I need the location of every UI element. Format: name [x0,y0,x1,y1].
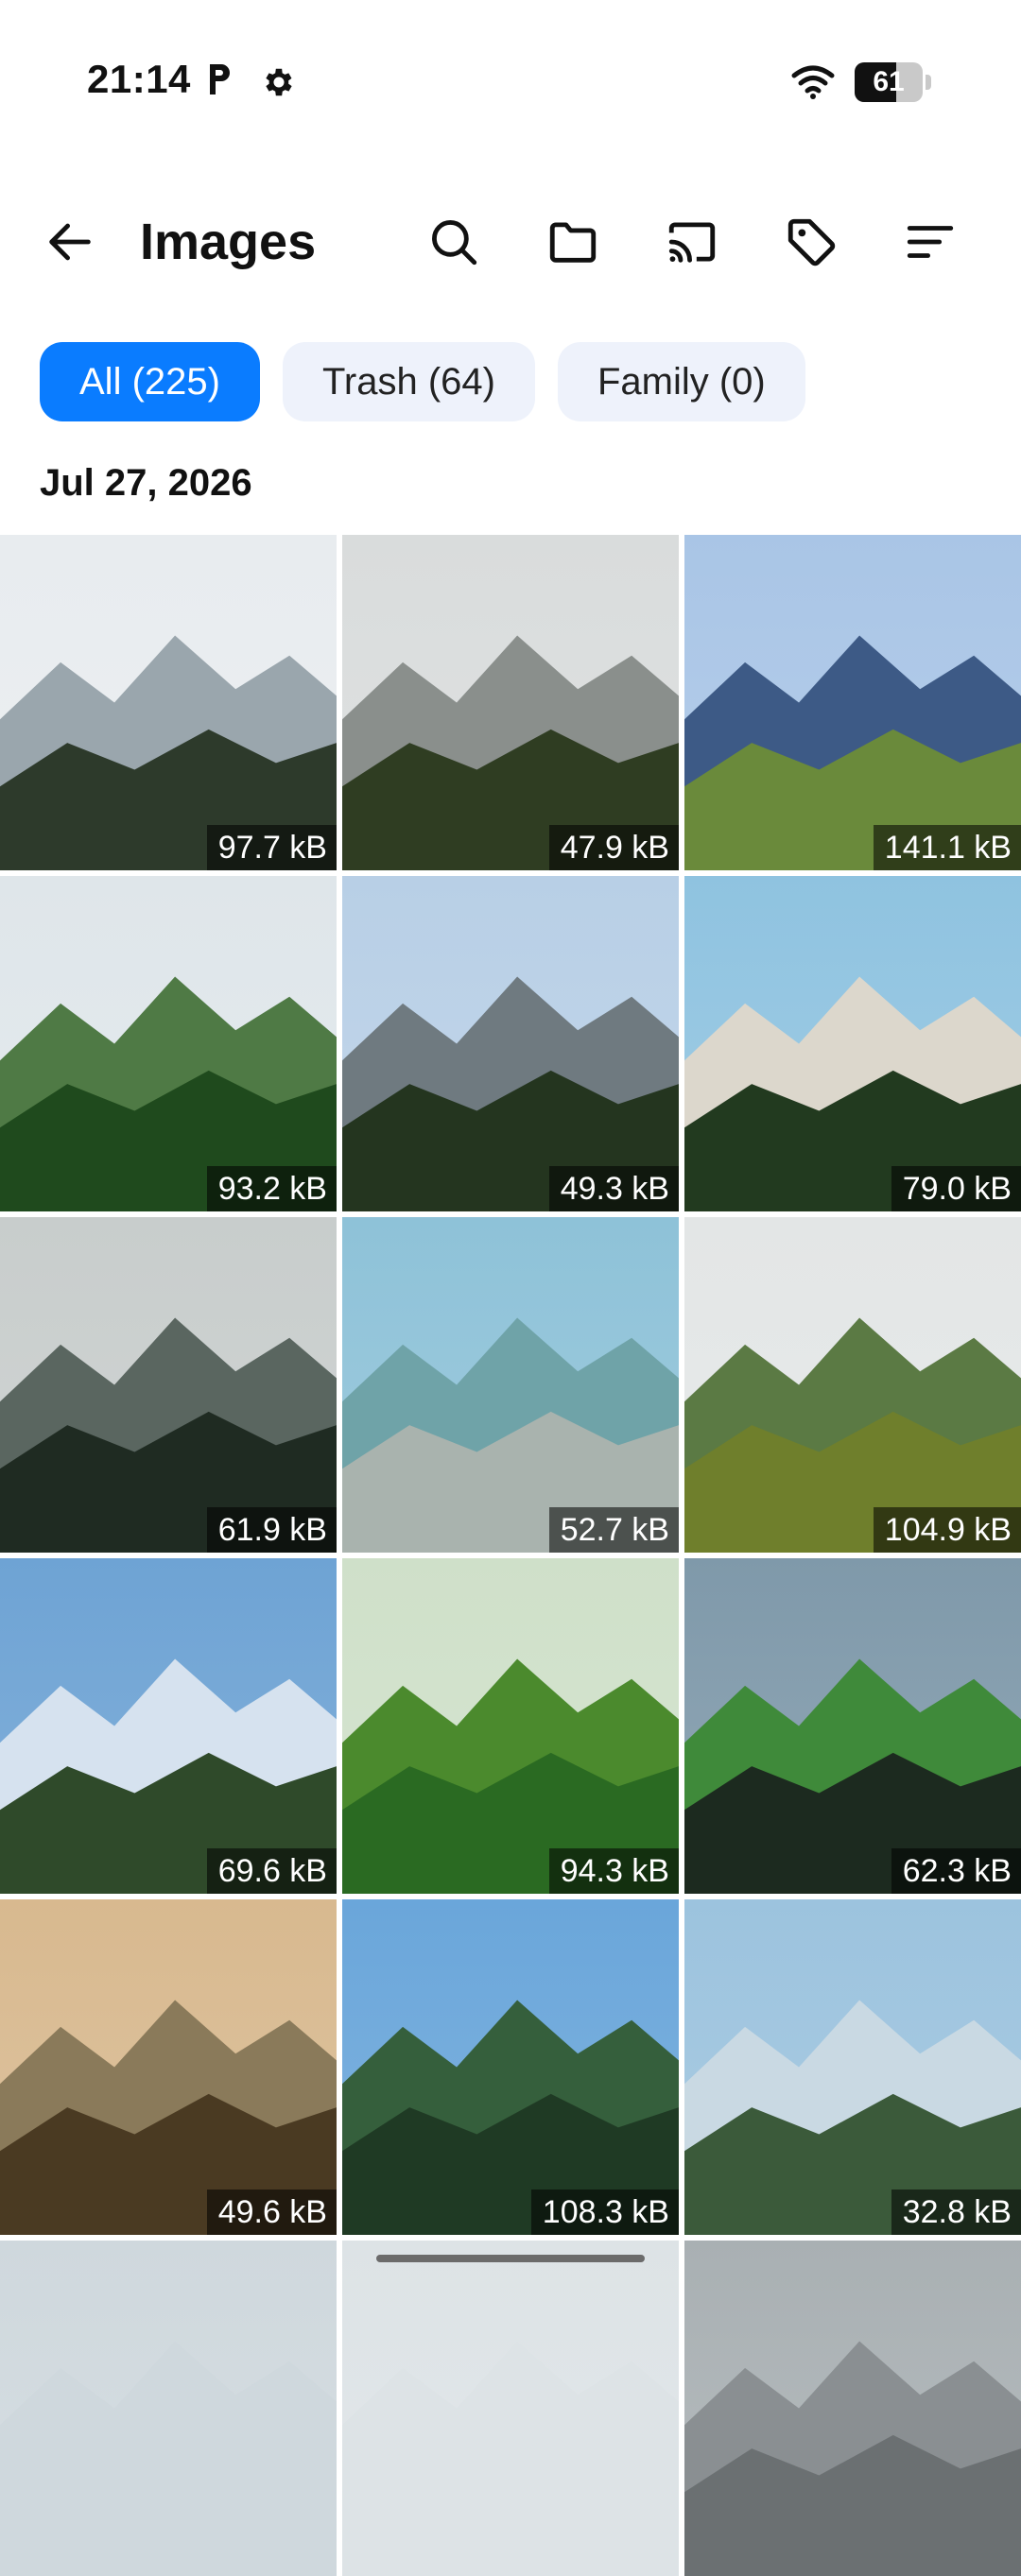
file-size-label: 93.2 kB [206,1166,337,1211]
status-time: 21:14 [87,57,191,101]
file-size-label: 61.9 kB [206,1507,337,1553]
search-icon [432,220,477,266]
image-thumbnail[interactable]: 93.2 kB [0,876,337,1211]
image-thumbnail[interactable]: 108.3 kB [342,1899,679,2235]
landscape-photo [0,535,337,870]
image-thumbnail[interactable] [342,2241,679,2576]
landscape-photo [684,876,1021,1211]
landscape-photo [684,2241,1021,2576]
battery-level: 61 [873,66,905,97]
landscape-photo [0,1217,337,1553]
image-thumbnail[interactable]: 32.8 kB [684,1899,1021,2235]
back-arrow-icon [49,223,91,261]
file-size-label: 97.7 kB [206,825,337,870]
chip-family[interactable]: Family (0) [557,342,805,421]
battery-icon: 61 [855,62,932,102]
landscape-photo [0,1899,337,2235]
image-thumbnail[interactable]: 62.3 kB [684,1558,1021,1894]
landscape-photo [684,1899,1021,2235]
chip-all[interactable]: All (225) [40,342,260,421]
landscape-photo [0,1558,337,1894]
home-indicator [376,2255,645,2262]
filter-chips: All (225) Trash (64) Family (0) [40,342,805,421]
parking-icon [210,64,230,94]
file-size-label: 94.3 kB [548,1848,679,1894]
landscape-photo [684,1558,1021,1894]
tag-button[interactable] [773,204,849,280]
gear-icon [266,68,292,96]
landscape-photo [342,1217,679,1553]
file-size-label: 32.8 kB [891,2190,1021,2235]
image-thumbnail[interactable]: 79.0 kB [684,876,1021,1211]
image-thumbnail[interactable]: 47.9 kB [342,535,679,870]
sort-button[interactable] [892,204,968,280]
sort-icon [907,226,954,258]
landscape-photo [684,535,1021,870]
image-thumbnail[interactable] [684,2241,1021,2576]
image-thumbnail[interactable]: 104.9 kB [684,1217,1021,1553]
image-thumbnail[interactable]: 49.6 kB [0,1899,337,2235]
image-thumbnail[interactable]: 61.9 kB [0,1217,337,1553]
image-thumbnail[interactable]: 52.7 kB [342,1217,679,1553]
image-thumbnail[interactable] [0,2241,337,2576]
wifi-icon [791,65,835,99]
file-size-label: 141.1 kB [873,825,1021,870]
image-thumbnail[interactable]: 94.3 kB [342,1558,679,1894]
status-bar: 21:14 61 [0,0,1021,166]
back-button[interactable] [32,204,108,280]
landscape-photo [342,2241,679,2576]
landscape-photo [342,1899,679,2235]
file-size-label: 69.6 kB [206,1848,337,1894]
file-size-label: 62.3 kB [891,1848,1021,1894]
landscape-photo [342,535,679,870]
file-size-label: 79.0 kB [891,1166,1021,1211]
image-thumbnail[interactable]: 141.1 kB [684,535,1021,870]
cast-icon [668,222,716,263]
page-title: Images [140,214,317,270]
file-size-label: 104.9 kB [873,1507,1021,1553]
file-size-label: 52.7 kB [548,1507,679,1553]
search-button[interactable] [416,204,492,280]
landscape-photo [342,1558,679,1894]
app-bar: Images [0,185,1021,299]
file-size-label: 49.6 kB [206,2190,337,2235]
date-header: Jul 27, 2026 [40,462,252,504]
image-thumbnail[interactable]: 69.6 kB [0,1558,337,1894]
landscape-photo [0,2241,337,2576]
folder-button[interactable] [535,204,611,280]
landscape-photo [0,876,337,1211]
image-thumbnail[interactable]: 49.3 kB [342,876,679,1211]
tag-icon [787,218,836,266]
folder-icon [549,222,597,263]
file-size-label: 49.3 kB [548,1166,679,1211]
file-size-label: 47.9 kB [548,825,679,870]
landscape-photo [342,876,679,1211]
cast-button[interactable] [654,204,730,280]
file-size-label: 108.3 kB [530,2190,679,2235]
chip-trash[interactable]: Trash (64) [282,342,535,421]
image-thumbnail[interactable]: 97.7 kB [0,535,337,870]
landscape-photo [684,1217,1021,1553]
